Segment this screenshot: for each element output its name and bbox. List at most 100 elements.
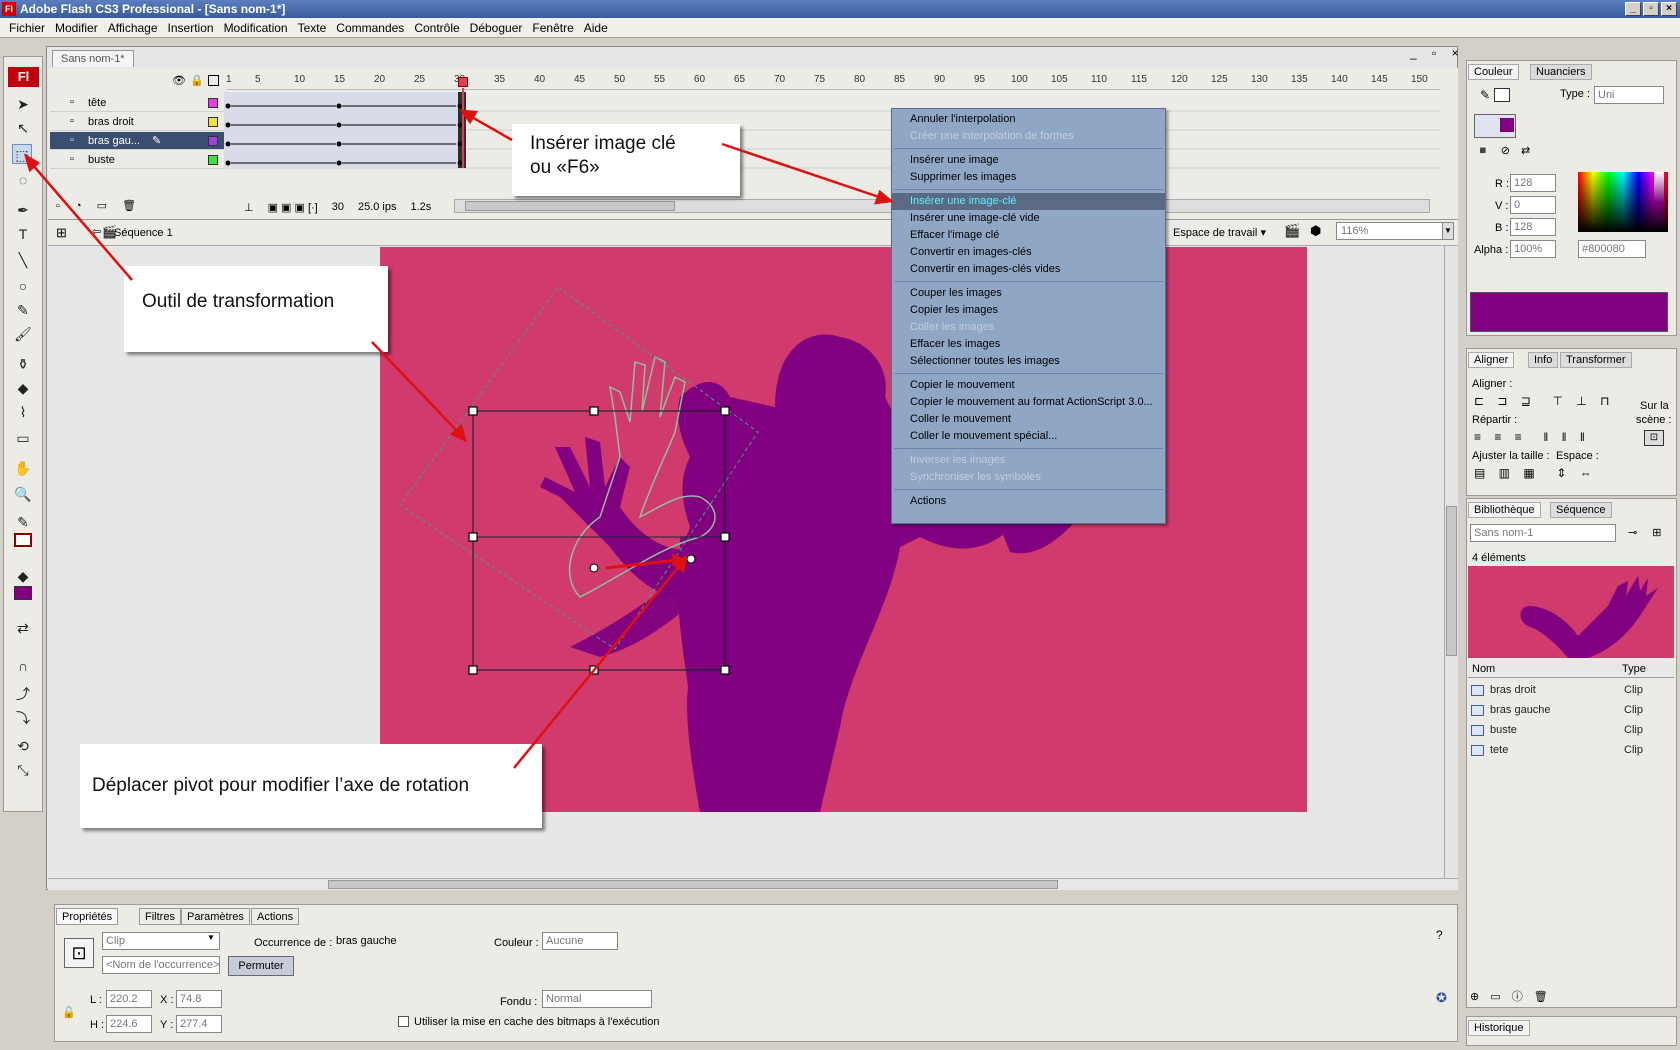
column-type[interactable]: Type [1622,663,1646,675]
eraser-tool-icon[interactable]: ▭ [13,428,33,448]
tab-sequence[interactable]: Séquence [1550,502,1612,518]
color-effect-select[interactable]: Aucune [542,932,618,950]
menu-item-copy-motion-as3[interactable]: Copier le mouvement au format ActionScri… [892,394,1165,411]
lock-aspect-icon[interactable]: 🔓 [62,1006,76,1019]
swap-colors-icon[interactable]: ⇄ [13,618,33,638]
tab-filtres[interactable]: Filtres [139,908,181,925]
chevron-down-icon[interactable]: ▼ [1442,222,1454,240]
library-item[interactable]: buste Clip [1468,721,1668,740]
chevron-down-icon[interactable]: ▼ [207,933,215,942]
layer-row[interactable]: buste [50,151,224,169]
hand-tool-icon[interactable]: ✋ [13,458,33,478]
menu-item-insert-keyframe[interactable]: Insérer une image-clé [892,193,1165,210]
tab-aligner[interactable]: Aligner [1468,352,1515,368]
minimize-button[interactable]: _ [1625,2,1641,16]
workspace-menu[interactable]: Espace de travail ▾ [1173,225,1266,241]
menu-commandes[interactable]: Commandes [331,21,409,35]
snap-magnet-icon[interactable]: ∩ [13,656,33,676]
menu-item-convert-to-blank-keyframes[interactable]: Convertir en images-clés vides [892,261,1165,278]
free-transform-tool-icon[interactable]: ⬚ [12,144,32,164]
swap-button[interactable]: Permuter [228,956,294,976]
distribute-icons[interactable]: ≡ ≡ ≡ ‖ ‖ ‖ [1474,430,1590,444]
cache-bitmap-checkbox[interactable] [398,1016,409,1027]
red-field[interactable]: 128 [1510,174,1556,192]
layer-color-swatch[interactable] [208,136,218,146]
width-field[interactable]: 220.2 [106,990,152,1008]
match-size-icons[interactable]: ▤ ▥ ▦ ⇕ ⇔ [1474,466,1597,480]
symbol-type-select[interactable]: Clip [102,932,220,950]
stage-vertical-scrollbar[interactable] [1444,246,1458,878]
menu-controle[interactable]: Contrôle [409,21,464,35]
stroke-color-icon[interactable]: ✎ [13,512,33,532]
stage-horizontal-scrollbar[interactable] [48,878,1458,890]
menu-item-copy-motion[interactable]: Copier le mouvement [892,377,1165,394]
layer-color-swatch[interactable] [208,98,218,108]
zoom-select[interactable]: 116% [1336,222,1452,240]
line-tool-icon[interactable]: ╲ [13,250,33,270]
timeline-frames[interactable] [224,92,1440,170]
scale-option-icon[interactable]: ⤡ [13,760,33,780]
instance-name-input[interactable] [102,956,220,974]
straighten-option-icon[interactable]: ⤵ [13,708,33,728]
library-item[interactable]: bras droit Clip [1468,681,1668,700]
tab-nuanciers[interactable]: Nuanciers [1530,64,1592,80]
scene-breadcrumb[interactable]: Séquence 1 [114,225,173,241]
eyedropper-tool-icon[interactable]: ⌇ [13,402,33,422]
lasso-tool-icon[interactable]: ◌ [13,170,33,190]
playhead[interactable] [458,77,468,87]
close-button[interactable]: × [1661,2,1677,16]
menu-item-select-all-frames[interactable]: Sélectionner toutes les images [892,353,1165,370]
tab-transformer[interactable]: Transformer [1560,352,1632,368]
library-item[interactable]: tete Clip [1468,741,1668,760]
layer-row[interactable]: tête [50,94,224,112]
library-item[interactable]: bras gauche Clip [1468,701,1668,720]
eye-icon[interactable]: 👁 [172,74,186,87]
blue-field[interactable]: 128 [1510,218,1556,236]
document-window-controls[interactable]: _ ▫ × [1410,46,1465,60]
stroke-color-swatch[interactable] [14,533,32,547]
document-tab[interactable]: Sans nom-1* [52,50,134,67]
layer-color-swatch[interactable] [208,155,218,165]
center-frame-icon[interactable]: ⊥ [244,201,254,214]
menu-item-actions[interactable]: Actions [892,493,1165,510]
tab-actions[interactable]: Actions [251,908,300,925]
ink-bottle-tool-icon[interactable]: ⚱ [13,354,33,374]
stroke-none-swatch[interactable] [1494,88,1510,102]
menu-item-copy-frames[interactable]: Copier les images [892,302,1165,319]
menu-item-remove-tween[interactable]: Annuler l'interpolation [892,111,1165,128]
layer-color-swatch[interactable] [208,117,218,127]
help-icon[interactable]: ? [1436,928,1443,942]
edit-symbol-icon[interactable]: ⬢ [1310,223,1321,239]
menu-insertion[interactable]: Insertion [163,21,219,35]
brush-tool-icon[interactable]: 🖌 [13,324,33,344]
tab-parametres[interactable]: Paramètres [181,908,250,925]
column-name[interactable]: Nom [1472,663,1495,675]
alpha-field[interactable]: 100% [1510,240,1556,258]
hex-field[interactable]: #800080 [1578,240,1646,258]
layer-row-selected[interactable]: bras gau... [50,132,224,150]
menu-item-clear-keyframe[interactable]: Effacer l'image clé [892,227,1165,244]
brightness-slider[interactable] [1654,172,1664,232]
tab-bibliotheque[interactable]: Bibliothèque [1468,502,1541,518]
library-pin-icons[interactable]: ⊸ ⊞ [1628,526,1668,539]
fill-color-icon[interactable]: ◆ [13,566,33,586]
menu-modification[interactable]: Modification [219,21,293,35]
menu-item-insert-frame[interactable]: Insérer une image [892,152,1165,169]
maximize-button[interactable]: ▫ [1643,2,1659,16]
paint-bucket-tool-icon[interactable]: ◆ [13,378,33,398]
library-footer-icons[interactable]: ⊕ ▭ ⓘ 🗑 [1470,988,1552,1004]
pen-tool-icon[interactable]: ✒ [13,200,33,220]
y-field[interactable]: 277.4 [176,1015,222,1033]
menu-fichier[interactable]: Fichier [4,21,50,35]
menu-fenetre[interactable]: Fenêtre [527,21,578,35]
menu-affichage[interactable]: Affichage [103,21,163,35]
stroke-color-icon[interactable]: ✎ [1480,88,1490,102]
pencil-tool-icon[interactable]: ✎ [13,300,33,320]
lock-icon[interactable]: 🔒 [190,74,204,87]
menu-deboguer[interactable]: Déboguer [465,21,528,35]
rotate-option-icon[interactable]: ⟲ [13,736,33,756]
color-swap-icons[interactable]: ◾ ⊘ ⇄ [1476,144,1534,157]
onion-skin-icons[interactable]: ▣ ▣ ▣ [·] [268,201,318,214]
accessibility-icon[interactable]: ✪ [1436,990,1447,1006]
blend-select[interactable]: Normal [542,990,652,1008]
